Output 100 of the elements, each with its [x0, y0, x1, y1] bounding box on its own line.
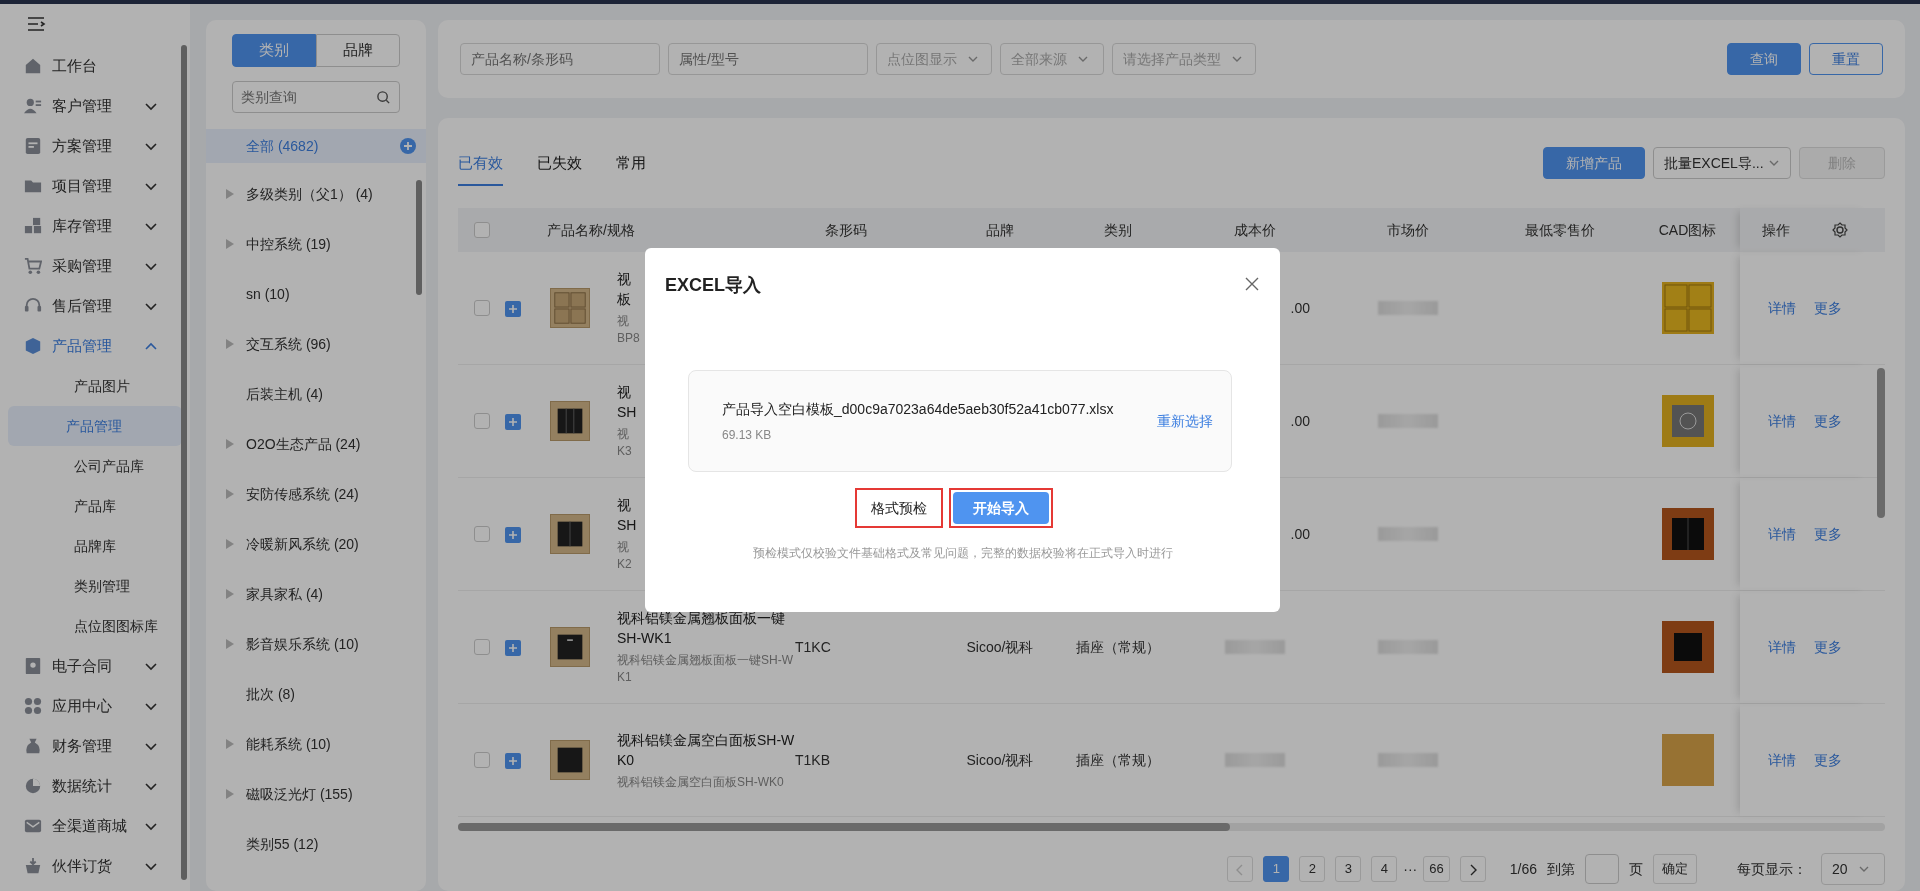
category-item[interactable]: 影音娱乐系统 (10) [206, 619, 426, 669]
expand-triangle-icon [226, 789, 234, 799]
category-label: 影音娱乐系统 (10) [246, 634, 359, 654]
pie-chart-icon [24, 777, 42, 795]
page-button[interactable]: 66 [1423, 856, 1450, 882]
settings-icon [1832, 222, 1848, 238]
page-button[interactable]: 4 [1371, 856, 1398, 882]
checkbox[interactable] [474, 413, 490, 429]
product-name: SH [617, 403, 637, 422]
category-item[interactable]: O2O生态产品 (24) [206, 419, 426, 469]
category-label: 类别55 (12) [246, 834, 319, 854]
cart-icon [24, 257, 42, 275]
category-item[interactable]: 冷暖新风系统 (20) [206, 519, 426, 569]
action-link[interactable]: 详情 [1768, 636, 1796, 658]
money-bag-icon [24, 737, 42, 755]
sidebar-subitem[interactable]: 公司产品库 [8, 446, 182, 486]
checkbox[interactable] [474, 526, 490, 542]
action-link[interactable]: 详情 [1768, 749, 1796, 771]
category-item[interactable]: 家具家私 (4) [206, 569, 426, 619]
category-item[interactable]: 类别55 (12) [206, 819, 426, 869]
close-icon[interactable] [1244, 276, 1260, 292]
sidebar-subitem[interactable]: 品牌库 [8, 526, 182, 566]
action-link[interactable]: 更多 [1814, 523, 1842, 545]
action-link[interactable]: 更多 [1814, 749, 1842, 771]
sidebar-subitem[interactable]: 产品图片 [8, 366, 182, 406]
product-spec: 视 [617, 426, 630, 443]
contract-icon [24, 657, 42, 675]
reselect-link[interactable]: 重新选择 [1157, 410, 1213, 432]
action-link[interactable]: 更多 [1814, 297, 1842, 319]
brand: Sicoo/视科 [966, 637, 1034, 657]
select-field[interactable]: 批量EXCEL导... [1653, 147, 1791, 179]
category-label: 交互系统 (96) [246, 334, 331, 354]
category-label: 全部 (4682) [246, 136, 319, 156]
sidebar-subitem[interactable]: 产品库 [8, 486, 182, 526]
expand-icon [505, 413, 521, 430]
cad-symbol-drawing [1661, 282, 1714, 334]
page-button[interactable]: 3 [1335, 856, 1362, 882]
category-label: 家具家私 (4) [246, 584, 323, 604]
page-size-label: 每页显示： [1737, 859, 1807, 879]
scrollbar[interactable] [181, 45, 187, 880]
category-item[interactable]: 中控系统 (19) [206, 219, 426, 269]
switch-panel-drawing [550, 401, 590, 441]
barcode: T1KC [795, 637, 831, 657]
barcode: T1KB [795, 750, 830, 770]
sidebar-subitem[interactable]: 类别管理 [8, 566, 182, 606]
page-size-select[interactable]: 20 [1821, 853, 1885, 885]
page-button[interactable]: 2 [1299, 856, 1326, 882]
category-label: 磁吸泛光灯 (155) [246, 784, 353, 804]
category: 插座（常规） [1075, 637, 1160, 657]
action-link[interactable]: 详情 [1768, 297, 1796, 319]
horizontal-scrollbar[interactable] [458, 823, 1885, 831]
expand-triangle-icon [226, 439, 234, 449]
product-name: 视科铝镁金属翘板面板一键 [617, 609, 786, 628]
checkbox[interactable] [474, 222, 490, 238]
product-name: 视科铝镁金属空白面板SH-W [617, 730, 795, 750]
category-item[interactable]: 交互系统 (96) [206, 319, 426, 369]
menu-icon [26, 14, 46, 34]
search-field[interactable]: 类别查询 [232, 81, 400, 113]
tab[interactable]: 品牌 [316, 34, 400, 67]
category-item[interactable]: 能耗系统 (10) [206, 719, 426, 769]
product-name: 板 [617, 290, 632, 309]
product-spec: BP8 [617, 330, 640, 347]
next-page-button[interactable] [1459, 856, 1486, 882]
checkbox[interactable] [474, 300, 490, 316]
category-item[interactable]: 批次 (8) [206, 669, 426, 719]
category-item[interactable]: 安防传感系统 (24) [206, 469, 426, 519]
input-field[interactable]: 产品名称/条形码 [460, 43, 660, 75]
category-item[interactable]: 多级类别（父1） (4) [206, 169, 426, 219]
scrollbar[interactable] [1877, 368, 1885, 518]
category-item[interactable]: 后装主机 (4) [206, 369, 426, 419]
action-link[interactable]: 更多 [1814, 410, 1842, 432]
category: 插座（常规） [1075, 750, 1160, 770]
tab[interactable]: 常用 [616, 151, 646, 187]
product-name: 视 [617, 383, 632, 402]
category-label: 中控系统 (19) [246, 234, 331, 254]
category-label: 批次 (8) [246, 684, 295, 704]
input-field[interactable]: 属性/型号 [668, 43, 868, 75]
scrollbar[interactable] [416, 180, 422, 295]
column-header: 条形码 [825, 221, 867, 238]
switch-panel-drawing [550, 740, 590, 780]
action-link[interactable]: 更多 [1814, 636, 1842, 658]
expand-icon [505, 752, 521, 769]
search-icon [376, 90, 391, 105]
action-link[interactable]: 详情 [1768, 410, 1796, 432]
sidebar-subitem[interactable]: 点位图图标库 [8, 606, 182, 646]
confirm-button[interactable]: 确定 [1653, 854, 1697, 884]
grid-icon [24, 697, 42, 715]
expand-triangle-icon [226, 739, 234, 749]
expand-triangle-icon [226, 539, 234, 549]
category-label: sn (10) [246, 284, 290, 304]
dialog-title: EXCEL导入 [665, 274, 761, 297]
page-input[interactable] [1585, 854, 1619, 884]
tab[interactable]: 已失效 [537, 151, 582, 187]
category-item[interactable]: 磁吸泛光灯 (155) [206, 769, 426, 819]
checkbox[interactable] [474, 752, 490, 768]
checkbox[interactable] [474, 639, 490, 655]
category-item[interactable]: sn (10) [206, 269, 426, 319]
action-link[interactable]: 详情 [1768, 523, 1796, 545]
cad-symbol-drawing [1661, 508, 1714, 560]
expand-triangle-icon [226, 489, 234, 499]
